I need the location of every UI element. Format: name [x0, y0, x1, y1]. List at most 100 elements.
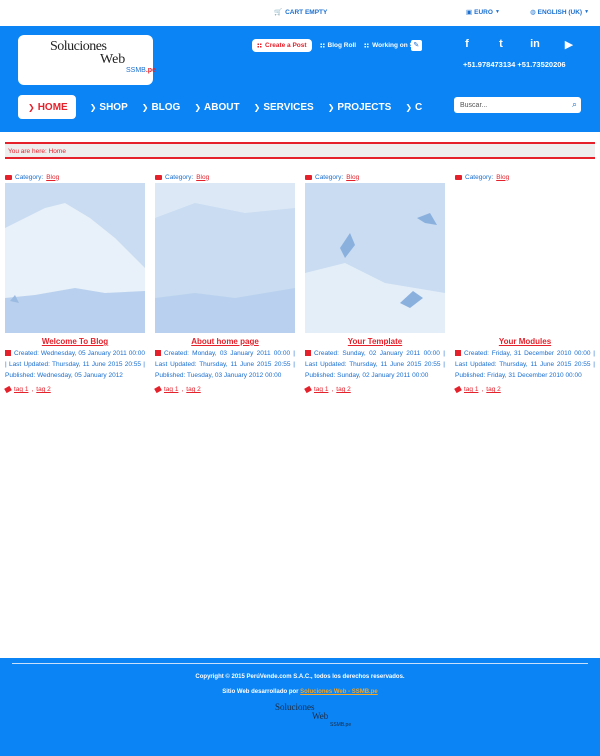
folder-icon	[5, 174, 12, 180]
footer-divider	[12, 663, 588, 664]
footer-logo[interactable]: Soluciones Web SSMB.pe	[275, 702, 355, 732]
post-thumbnail[interactable]	[305, 183, 445, 333]
money-icon: ▣	[466, 9, 473, 16]
blog-post-card: Category: Blog About home page Created: …	[154, 172, 295, 394]
create-post-button[interactable]: Create a Post	[252, 39, 312, 52]
chevron-down-icon: ❯	[194, 102, 202, 112]
currency-selector[interactable]: ▣ EURO ▼	[466, 8, 500, 17]
tag-icon	[154, 385, 162, 394]
chevron-down-icon: ❯	[405, 102, 413, 112]
tag-link[interactable]: tag 1	[464, 386, 478, 393]
globe-icon: ◍	[530, 9, 536, 16]
logo-line-1: Soluciones	[50, 39, 107, 54]
site-logo[interactable]: Soluciones Web SSMB.pe	[18, 35, 156, 85]
post-thumbnail[interactable]	[155, 183, 295, 333]
create-post-label: Create a Post	[265, 42, 307, 49]
post-tags: tag 1, tag 2	[304, 385, 445, 394]
facebook-icon[interactable]: f	[460, 38, 474, 51]
calendar-icon	[305, 349, 311, 356]
post-tags: tag 1, tag 2	[454, 385, 595, 394]
site-header: Soluciones Web SSMB.pe Create a Post Blo…	[0, 26, 600, 132]
youtube-icon[interactable]: ▶	[562, 38, 576, 51]
logo-line-3: SSMB.pe	[126, 67, 156, 74]
logo-line-2: Web	[100, 52, 126, 67]
phone-numbers: +51.978473134 +51.73520206	[463, 60, 566, 69]
language-selector[interactable]: ◍ ENGLISH (UK) ▼	[530, 8, 590, 17]
nav-item-shop[interactable]: ❯ SHOP	[90, 95, 138, 119]
blog-post-card: Category: Blog Your Template Created: Su…	[304, 172, 445, 394]
post-category: Category: Blog	[305, 172, 445, 182]
blog-roll-label: Blog Roll	[327, 42, 357, 49]
tag-link[interactable]: tag 1	[14, 386, 28, 393]
site-footer: Copyright © 2015 PerúVende.com S.A.C., t…	[0, 658, 600, 756]
calendar-icon	[5, 349, 11, 356]
chevron-down-icon: ❯	[327, 102, 335, 112]
category-label: Category:	[165, 173, 194, 181]
cart-icon: 🛒	[274, 9, 283, 16]
currency-label: EURO	[474, 8, 493, 16]
tag-link[interactable]: tag 2	[36, 386, 50, 393]
grid-icon	[319, 43, 325, 48]
nav-item-services[interactable]: ❯ SERVICES	[254, 95, 324, 119]
footer-logo-line-2: Web	[312, 711, 329, 721]
folder-icon	[155, 174, 162, 180]
tag-link[interactable]: tag 2	[186, 386, 200, 393]
category-link[interactable]: Blog	[346, 174, 359, 181]
tag-link[interactable]: tag 2	[336, 386, 350, 393]
language-label: ENGLISH (UK)	[537, 8, 583, 16]
grid-icon	[257, 43, 262, 48]
developer-link[interactable]: Soluciones Web - SSMB.pe	[300, 689, 378, 695]
tag-icon	[4, 385, 12, 394]
nav-item-about[interactable]: ❯ ABOUT	[194, 95, 249, 119]
caret-down-icon: ▼	[584, 9, 590, 15]
chevron-down-icon: ❯	[141, 102, 149, 112]
cart-link[interactable]: 🛒 CART EMPTY	[274, 8, 328, 17]
post-meta: Created: Wednesday, 05 January 2011 00:0…	[5, 349, 145, 379]
nav-item-blog[interactable]: ❯ BLOG	[142, 95, 191, 119]
nav-item-home[interactable]: ❯ HOME	[18, 95, 76, 119]
post-tags: tag 1, tag 2	[4, 385, 145, 394]
cart-label: CART EMPTY	[285, 8, 328, 16]
tag-link[interactable]: tag 1	[164, 386, 178, 393]
folder-icon	[305, 174, 312, 180]
post-thumbnail[interactable]	[5, 183, 145, 333]
post-title-link[interactable]: Your Modules	[455, 337, 595, 346]
breadcrumb: You are here: Home	[5, 142, 595, 159]
tag-link[interactable]: tag 2	[486, 386, 500, 393]
chevron-down-icon: ❯	[253, 102, 261, 112]
main-nav: ❯ HOME ❯ SHOP ❯ BLOG ❯ ABOUT ❯ SERVICES ❯ PROJ…	[18, 95, 436, 119]
post-title-link[interactable]: Your Template	[305, 337, 445, 346]
post-category: Category: Blog	[5, 172, 145, 182]
post-meta: Created: Friday, 31 December 2010 00:00 …	[455, 349, 595, 379]
footer-logo-line-1: Soluciones	[275, 702, 315, 712]
tag-link[interactable]: tag 1	[314, 386, 328, 393]
copyright-text: Copyright © 2015 PerúVende.com S.A.C., t…	[195, 674, 405, 680]
blog-roll-link[interactable]: Blog Roll	[319, 42, 357, 49]
category-link[interactable]: Blog	[196, 174, 209, 181]
search-box: ⌕	[454, 97, 581, 113]
footer-logo-line-3: SSMB.pe	[330, 722, 352, 728]
working-on-link[interactable]: Working on S ✎	[364, 40, 422, 51]
calendar-icon	[155, 349, 161, 356]
search-icon[interactable]: ⌕	[572, 99, 577, 110]
linkedin-icon[interactable]: in	[528, 38, 542, 51]
category-link[interactable]: Blog	[46, 174, 59, 181]
grid-icon	[364, 43, 370, 48]
folder-icon	[455, 174, 462, 180]
post-title-link[interactable]: About home page	[155, 337, 295, 346]
category-link[interactable]: Blog	[496, 174, 509, 181]
nav-item-projects[interactable]: ❯ PROJECTS	[328, 95, 402, 119]
twitter-icon[interactable]: t	[494, 38, 508, 51]
edit-icon[interactable]: ✎	[410, 40, 422, 51]
blog-post-card: Category: Blog Your Modules Created: Fri…	[454, 172, 595, 394]
post-title-link[interactable]: Welcome To Blog	[5, 337, 145, 346]
header-links: Create a Post Blog Roll Working on S ✎	[252, 39, 422, 52]
post-category: Category: Blog	[155, 172, 295, 182]
post-category: Category: Blog	[455, 172, 595, 182]
tag-icon	[304, 385, 312, 394]
nav-item-contact[interactable]: ❯ C	[405, 95, 432, 119]
chevron-down-icon: ❯	[28, 102, 35, 112]
post-meta: Created: Monday, 03 January 2011 00:00 |…	[155, 349, 295, 379]
search-input[interactable]	[454, 97, 564, 113]
chevron-down-icon: ❯	[89, 102, 97, 112]
